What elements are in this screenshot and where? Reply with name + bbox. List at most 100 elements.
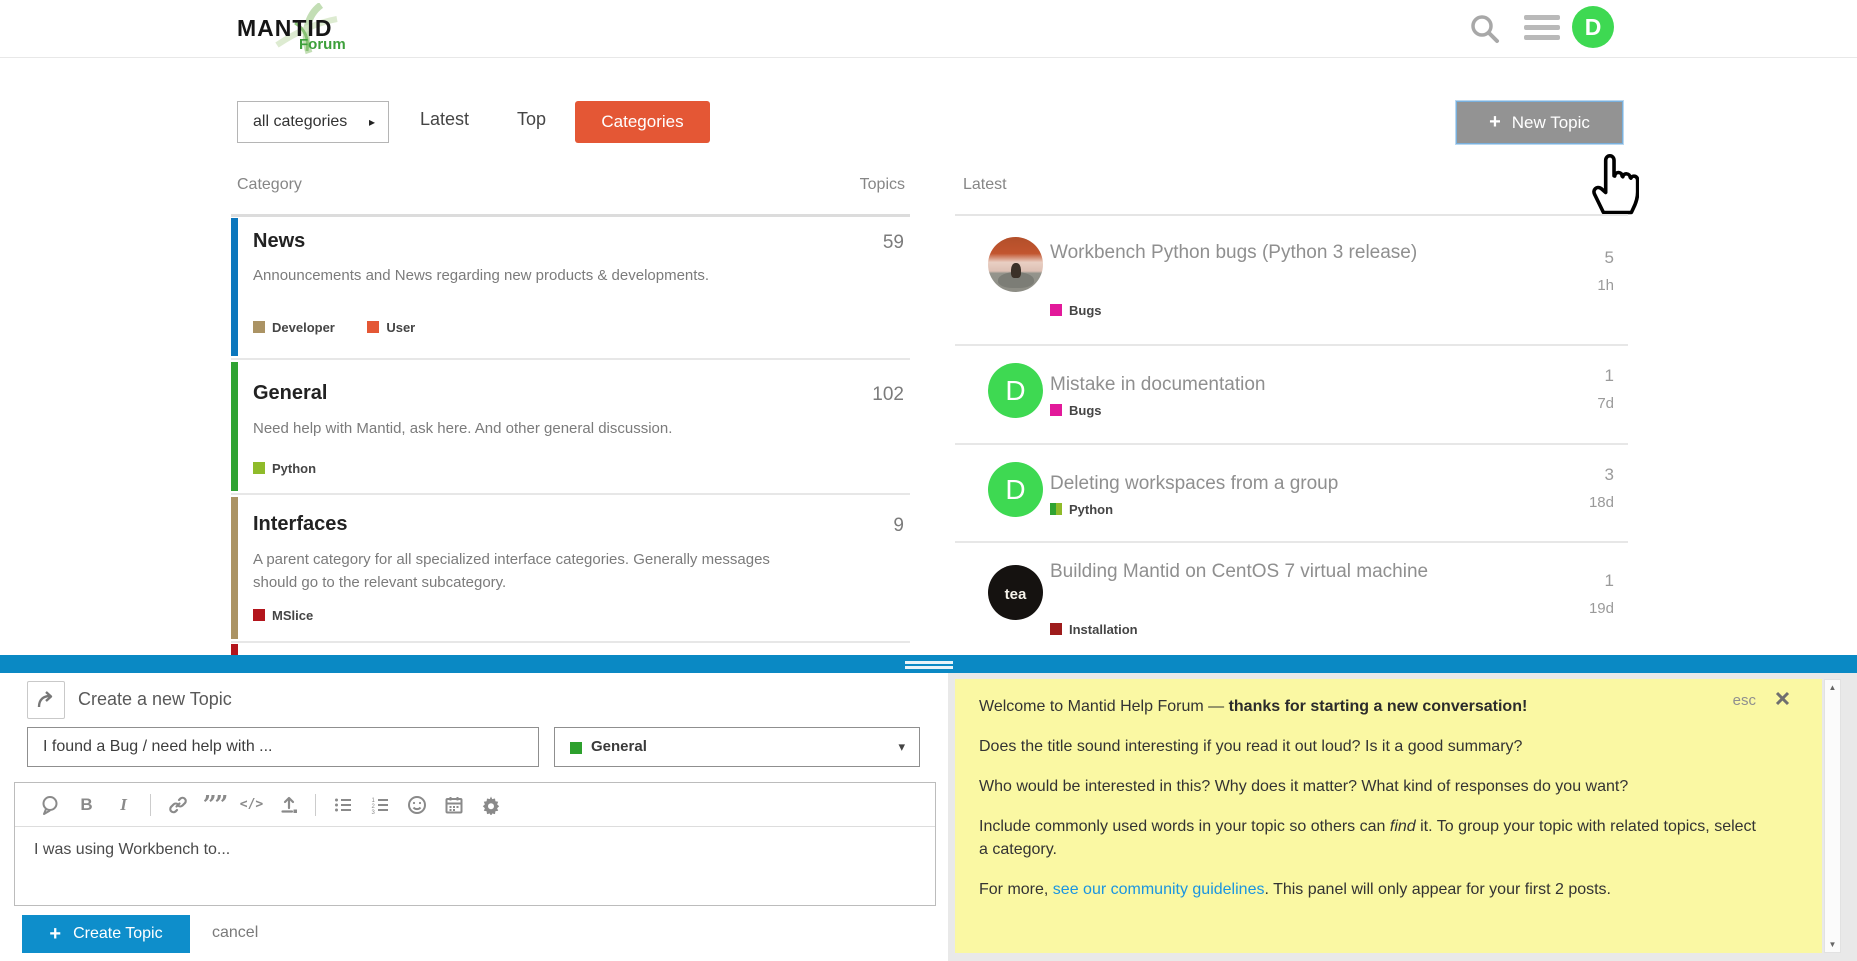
user-avatar[interactable]: D <box>1572 6 1614 48</box>
gear-icon[interactable] <box>472 789 509 821</box>
category-row-news[interactable]: News 59 Announcements and News regarding… <box>231 216 910 358</box>
cancel-link[interactable]: cancel <box>212 924 258 942</box>
reply-count: 1 <box>1589 571 1614 591</box>
scroll-up-arrow[interactable]: ▲ <box>1825 683 1840 692</box>
badge-color-square <box>367 321 379 333</box>
topic-row[interactable]: D Deleting workspaces from a group Pytho… <box>955 445 1628 541</box>
category-row-interfaces[interactable]: Interfaces 9 A parent category for all s… <box>231 495 910 641</box>
badge-label: Python <box>272 461 316 476</box>
topic-count: 9 <box>893 515 904 537</box>
topic-title-input[interactable]: I found a Bug / need help with ... <box>27 727 539 767</box>
tips-scrollbar[interactable]: ▲ ▼ <box>1824 679 1841 953</box>
code-icon[interactable]: </> <box>233 789 270 821</box>
topic-avatar-photo[interactable] <box>988 237 1043 292</box>
composer-drag-bar[interactable] <box>0 655 1857 673</box>
tab-latest[interactable]: Latest <box>420 109 469 130</box>
subcategory-badge-mslice[interactable]: MSlice <box>253 608 313 623</box>
selected-category-label: General <box>591 728 647 766</box>
topic-count: 59 <box>883 232 904 254</box>
topic-avatar-letter[interactable]: D <box>988 363 1043 418</box>
badge-color-square <box>1050 623 1062 635</box>
topic-badge-python[interactable]: Python <box>1050 502 1113 517</box>
badge-label: Python <box>1069 502 1113 517</box>
community-guidelines-link[interactable]: see our community guidelines <box>1053 881 1265 898</box>
post-editor: B I ”” </> 123 <box>14 782 936 906</box>
category-title[interactable]: News <box>253 230 305 253</box>
tab-top[interactable]: Top <box>517 109 546 130</box>
editor-toolbar: B I ”” </> 123 <box>15 783 935 827</box>
tab-categories-active[interactable]: Categories <box>575 101 710 143</box>
forum-page: mantid Forum D all categories ▸ Latest T… <box>0 0 1857 961</box>
selected-category-color <box>570 742 582 754</box>
create-topic-button[interactable]: + Create Topic <box>22 915 190 953</box>
badge-color-square <box>253 462 265 474</box>
tips-paragraph-title: Does the title sound interesting if you … <box>979 735 1759 758</box>
esc-hint: esc <box>1733 692 1756 709</box>
category-title[interactable]: Interfaces <box>253 513 348 536</box>
category-filter-dropdown[interactable]: all categories ▸ <box>237 101 389 143</box>
svg-text:3: 3 <box>371 810 375 815</box>
upload-icon[interactable] <box>270 789 307 821</box>
logo-subtext: Forum <box>299 36 346 53</box>
topic-age: 1h <box>1597 277 1614 294</box>
bulleted-list-icon[interactable] <box>324 789 361 821</box>
quote-post-icon[interactable] <box>31 789 68 821</box>
latest-column-header: Latest <box>963 176 1007 194</box>
search-icon[interactable] <box>1466 10 1504 48</box>
category-title[interactable]: General <box>253 382 327 405</box>
category-select[interactable]: General ▾ <box>554 727 920 767</box>
drag-grip-icon <box>905 666 953 669</box>
topic-row[interactable]: tea Building Mantid on CentOS 7 virtual … <box>955 543 1628 655</box>
subcategory-badge-python[interactable]: Python <box>253 461 316 476</box>
topic-count: 102 <box>872 384 904 406</box>
emoji-icon[interactable] <box>398 789 435 821</box>
plus-icon: + <box>1489 111 1501 134</box>
topic-avatar-tea[interactable]: tea <box>988 565 1043 620</box>
badge-color-square <box>1050 404 1062 416</box>
topic-age: 7d <box>1597 395 1614 412</box>
create-topic-label: Create Topic <box>73 925 163 943</box>
plus-icon: + <box>49 923 61 946</box>
scroll-down-arrow[interactable]: ▼ <box>1825 940 1840 949</box>
category-row-general[interactable]: General 102 Need help with Mantid, ask h… <box>231 360 910 493</box>
link-icon[interactable] <box>159 789 196 821</box>
category-description: A parent category for all specialized in… <box>253 548 813 594</box>
topic-row[interactable]: Workbench Python bugs (Python 3 release)… <box>955 216 1628 344</box>
numbered-list-icon[interactable]: 123 <box>361 789 398 821</box>
forum-logo[interactable]: mantid Forum <box>237 3 377 55</box>
topic-title[interactable]: Workbench Python bugs (Python 3 release) <box>1050 238 1445 268</box>
topic-title[interactable]: Deleting workspaces from a group <box>1050 469 1445 499</box>
new-user-education-panel: esc Welcome to Mantid Help Forum — thank… <box>955 679 1822 953</box>
badge-color-square <box>253 321 265 333</box>
post-body-textarea[interactable]: I was using Workbench to... <box>34 841 925 859</box>
badge-color-square <box>253 609 265 621</box>
topic-title[interactable]: Mistake in documentation <box>1050 370 1445 400</box>
reply-count: 1 <box>1597 366 1614 386</box>
italic-icon[interactable]: I <box>105 789 142 821</box>
close-icon[interactable] <box>1775 691 1790 711</box>
badge-label: MSlice <box>272 608 313 623</box>
bold-icon[interactable]: B <box>68 789 105 821</box>
topic-badge-installation[interactable]: Installation <box>1050 622 1138 637</box>
subcategory-badge-developer[interactable]: Developer <box>253 320 335 335</box>
topic-badge-bugs[interactable]: Bugs <box>1050 303 1102 318</box>
topic-badge-bugs[interactable]: Bugs <box>1050 403 1102 418</box>
chevron-right-icon: ▸ <box>369 102 375 142</box>
hamburger-menu-icon[interactable] <box>1524 15 1560 45</box>
calendar-icon[interactable] <box>435 789 472 821</box>
top-header: mantid Forum D <box>0 0 1857 58</box>
topic-age: 18d <box>1589 494 1614 511</box>
topic-title[interactable]: Building Mantid on CentOS 7 virtual mach… <box>1050 557 1445 587</box>
tips-paragraph-welcome: Welcome to Mantid Help Forum — thanks fo… <box>979 695 1759 718</box>
topic-avatar-letter[interactable]: D <box>988 462 1043 517</box>
tips-paragraph-guidelines: For more, see our community guidelines. … <box>979 878 1759 901</box>
topic-row[interactable]: D Mistake in documentation Bugs 1 7d <box>955 346 1628 443</box>
mouse-cursor-hand <box>1585 146 1639 216</box>
new-topic-button[interactable]: + New Topic <box>1456 101 1623 144</box>
topics-column-header: Topics <box>237 176 905 194</box>
composer-action-button[interactable] <box>27 681 65 719</box>
composer-panel: Create a new Topic I found a Bug / need … <box>0 673 948 961</box>
badge-color <box>1056 503 1062 515</box>
blockquote-icon[interactable]: ”” <box>196 789 233 821</box>
subcategory-badge-user[interactable]: User <box>367 320 415 335</box>
